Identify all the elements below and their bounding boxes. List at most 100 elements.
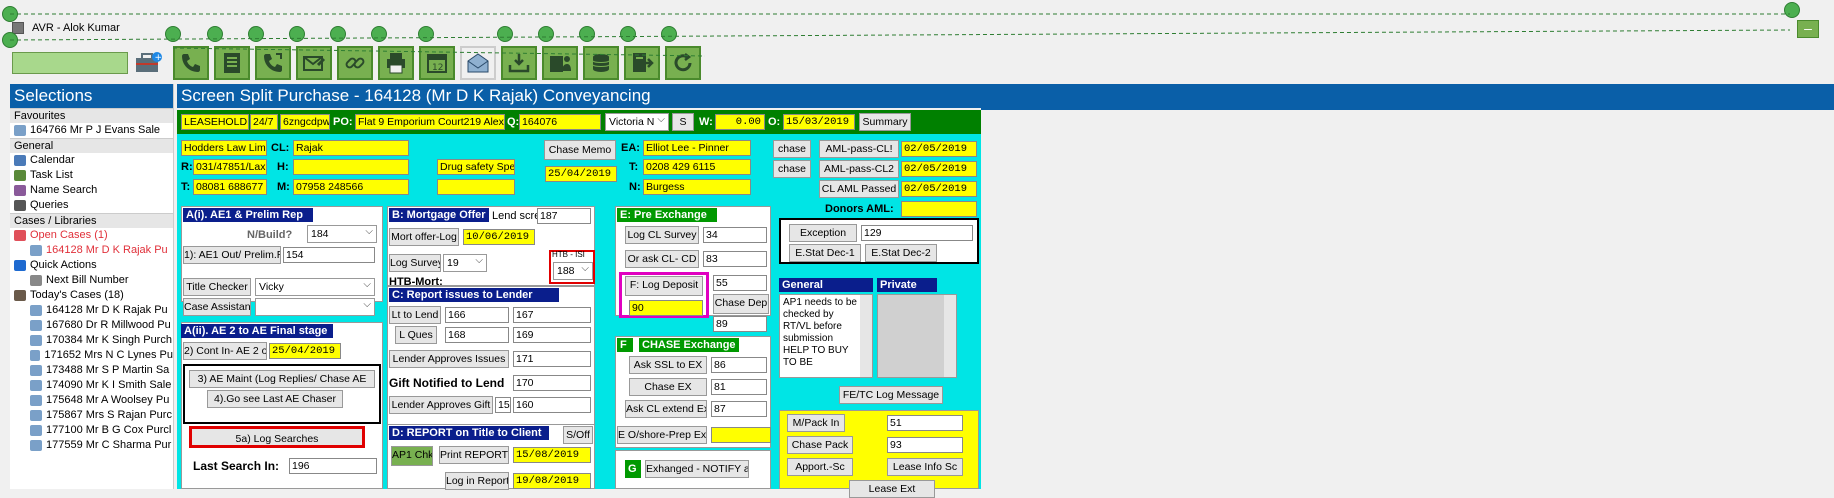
aml-pass-cl1-date[interactable]: 02/05/2019 — [901, 141, 977, 157]
log-cl-survey-field[interactable]: 34 — [703, 227, 767, 243]
general-notes[interactable]: AP1 needs to be checked by RT/VL before … — [779, 294, 873, 378]
agent-t-field[interactable]: 0208 429 6115 — [643, 159, 751, 175]
last-search-field[interactable]: 196 — [289, 458, 377, 474]
code-field[interactable]: 6zngcdpw — [280, 114, 330, 130]
offshore-prep-button[interactable]: E O/shore-Prep Ex — [617, 426, 707, 444]
nbuild-select[interactable]: 184 — [307, 224, 377, 243]
soff-button[interactable]: S/Off — [563, 426, 593, 444]
print-report-button[interactable]: Print REPORT — [439, 446, 509, 464]
cl-aml-passed-date[interactable]: 02/05/2019 — [901, 181, 977, 197]
lender-approves-issues-button[interactable]: Lender Approves Issues — [389, 350, 509, 368]
list-item[interactable]: 175648 Mr A Woolsey Pu — [10, 393, 173, 408]
mort-offer-date[interactable]: 10/06/2019 — [463, 229, 535, 245]
chase-pack-button[interactable]: Chase Pack — [787, 436, 853, 454]
memo-date-field[interactable]: 25/04/2019 — [545, 166, 617, 182]
n-field[interactable]: Burgess — [643, 179, 751, 195]
exception-field[interactable]: 129 — [861, 225, 973, 241]
general-tab[interactable]: General — [779, 278, 873, 292]
chase-button-2[interactable]: chase — [773, 160, 811, 178]
exchanged-notify-button[interactable]: Exhanged - NOTIFY all — [645, 460, 749, 478]
list-item[interactable]: 173488 Mr S P Martin Sa — [10, 363, 173, 378]
chase-ex-button[interactable]: Chase EX — [629, 378, 707, 396]
lender-approves-gift-button[interactable]: Lender Approves Gift — [389, 396, 493, 414]
log-searches-button[interactable]: 5a) Log Searches — [189, 426, 365, 448]
aml-pass-cl2-button[interactable]: AML-pass-CL2 — [819, 160, 899, 178]
deposit-amount-field[interactable]: 90 — [629, 300, 703, 316]
ask-cl-extend-button[interactable]: Ask CL extend Ex — [625, 400, 707, 418]
mpack-in-button[interactable]: M/Pack In — [787, 414, 845, 432]
chase-memo-button[interactable]: Chase Memo — [544, 140, 616, 160]
drug-safety-field-2[interactable] — [437, 179, 515, 195]
print-report-date[interactable]: 15/08/2019 — [513, 447, 591, 463]
list-item[interactable]: 170384 Mr K Singh Purch — [10, 333, 173, 348]
sidebar-item-name-search[interactable]: Name Search — [10, 183, 173, 198]
log-survey-select[interactable]: 19 — [443, 253, 487, 272]
l-ques-field-2[interactable]: 169 — [513, 327, 591, 343]
estat-dec-1-button[interactable]: E.Stat Dec-1 — [789, 244, 861, 262]
cont-in-button[interactable]: 2) Cont In- AE 2 out — [183, 342, 267, 360]
gift-value-field[interactable]: 160 — [513, 397, 591, 413]
ap1-chk-button[interactable]: AP1 Chk — [391, 446, 433, 466]
sidebar-item-task-list[interactable]: Task List — [10, 168, 173, 183]
firm-field[interactable]: Hodders Law Limited — [181, 140, 267, 156]
q-field[interactable]: 164076 — [519, 114, 601, 130]
ae-maint-button[interactable]: 3) AE Maint (Log Replies/ Chase AE — [189, 370, 375, 388]
cont-in-date[interactable]: 25/04/2019 — [269, 343, 341, 359]
chase-button-1[interactable]: chase — [773, 140, 811, 158]
log-cl-survey-button[interactable]: Log CL Survey — [625, 226, 699, 244]
lease-ext-button[interactable]: Lease Ext — [849, 480, 935, 498]
sidebar-item-todays-cases[interactable]: Today's Cases (18) — [10, 288, 173, 303]
ask-ssl-button[interactable]: Ask SSL to EX — [629, 356, 707, 374]
ae1-out-button[interactable]: 1): AE1 Out/ Prelim.Rpt — [183, 246, 281, 264]
htb-select[interactable]: 188 — [553, 261, 593, 280]
chase-pack-field[interactable]: 93 — [887, 437, 963, 453]
donors-aml-field[interactable] — [901, 201, 977, 217]
hours-field[interactable]: 24/7 — [250, 114, 278, 130]
case-assistant-button[interactable]: Case Assistant — [183, 298, 251, 316]
po-field[interactable]: Flat 9 Emporium Court219 Alexa — [355, 114, 505, 130]
notes-scrollbar[interactable] — [860, 295, 872, 377]
log-survey-button[interactable]: Log Survey — [389, 254, 441, 272]
deposit-field-2[interactable]: 89 — [713, 316, 767, 332]
cl-field[interactable]: Rajak — [293, 140, 409, 156]
private-tab[interactable]: Private — [877, 278, 937, 292]
sidebar-item-calendar[interactable]: Calendar — [10, 153, 173, 168]
mpack-in-field[interactable]: 51 — [887, 415, 963, 431]
sidebar-item-next-bill[interactable]: Next Bill Number — [10, 273, 173, 288]
lt-to-lend-button[interactable]: Lt to Lend — [389, 306, 441, 324]
sidebar-item-queries[interactable]: Queries — [10, 198, 173, 213]
fetc-log-message-button[interactable]: FE/TC Log Message — [839, 386, 943, 404]
s-button[interactable]: S — [672, 113, 694, 131]
lend-scr-field[interactable]: 187 — [537, 208, 591, 224]
estat-dec-2-button[interactable]: E.Stat Dec-2 — [865, 244, 937, 262]
l-ques-field-1[interactable]: 168 — [445, 327, 509, 343]
title-checker-select[interactable]: Vicky — [255, 277, 375, 296]
private-scrollbar[interactable] — [944, 295, 956, 377]
offshore-prep-field[interactable] — [711, 427, 771, 443]
m-field[interactable]: 07958 248566 — [293, 179, 409, 195]
sidebar-group-favourites[interactable]: Favourites — [10, 108, 173, 123]
chase-ex-field[interactable]: 81 — [711, 379, 767, 395]
sidebar-item-favourite[interactable]: 164766 Mr P J Evans Sale — [10, 123, 173, 138]
lender-approves-issues-field[interactable]: 171 — [513, 351, 591, 367]
ask-cl-extend-field[interactable]: 87 — [711, 401, 767, 417]
ask-cl-cd-field[interactable]: 83 — [703, 251, 767, 267]
sidebar-item-open-case[interactable]: 164128 Mr D K Rajak Pu — [10, 243, 173, 258]
list-item[interactable]: 167680 Dr R Millwood Pu — [10, 318, 173, 333]
log-in-report-date[interactable]: 19/08/2019 — [513, 473, 591, 489]
sidebar-item-quick-actions[interactable]: Quick Actions — [10, 258, 173, 273]
ask-cl-cd-button[interactable]: Or ask CL- CD — [625, 250, 699, 268]
w-field[interactable]: 0.00 — [715, 114, 765, 130]
list-item[interactable]: 175867 Mrs S Rajan Purc — [10, 408, 173, 423]
sidebar-group-general[interactable]: General — [10, 138, 173, 153]
aml-pass-cl1-button[interactable]: AML-pass-CL! — [819, 140, 899, 158]
gift-num-field[interactable]: 15 — [495, 397, 511, 413]
l-ques-button[interactable]: L Ques — [395, 326, 437, 344]
list-item[interactable]: 164128 Mr D K Rajak Pu — [10, 303, 173, 318]
log-in-report-button[interactable]: Log in Report — [445, 472, 509, 490]
last-ae-chaser-button[interactable]: 4).Go see Last AE Chaser — [207, 390, 343, 408]
list-item[interactable]: 174090 Mr K I Smith Sale — [10, 378, 173, 393]
case-assistant-select[interactable] — [255, 297, 375, 316]
list-item[interactable]: 171652 Mrs N C Lynes Pu — [10, 348, 173, 363]
log-deposit-button[interactable]: F: Log Deposit — [625, 276, 703, 296]
